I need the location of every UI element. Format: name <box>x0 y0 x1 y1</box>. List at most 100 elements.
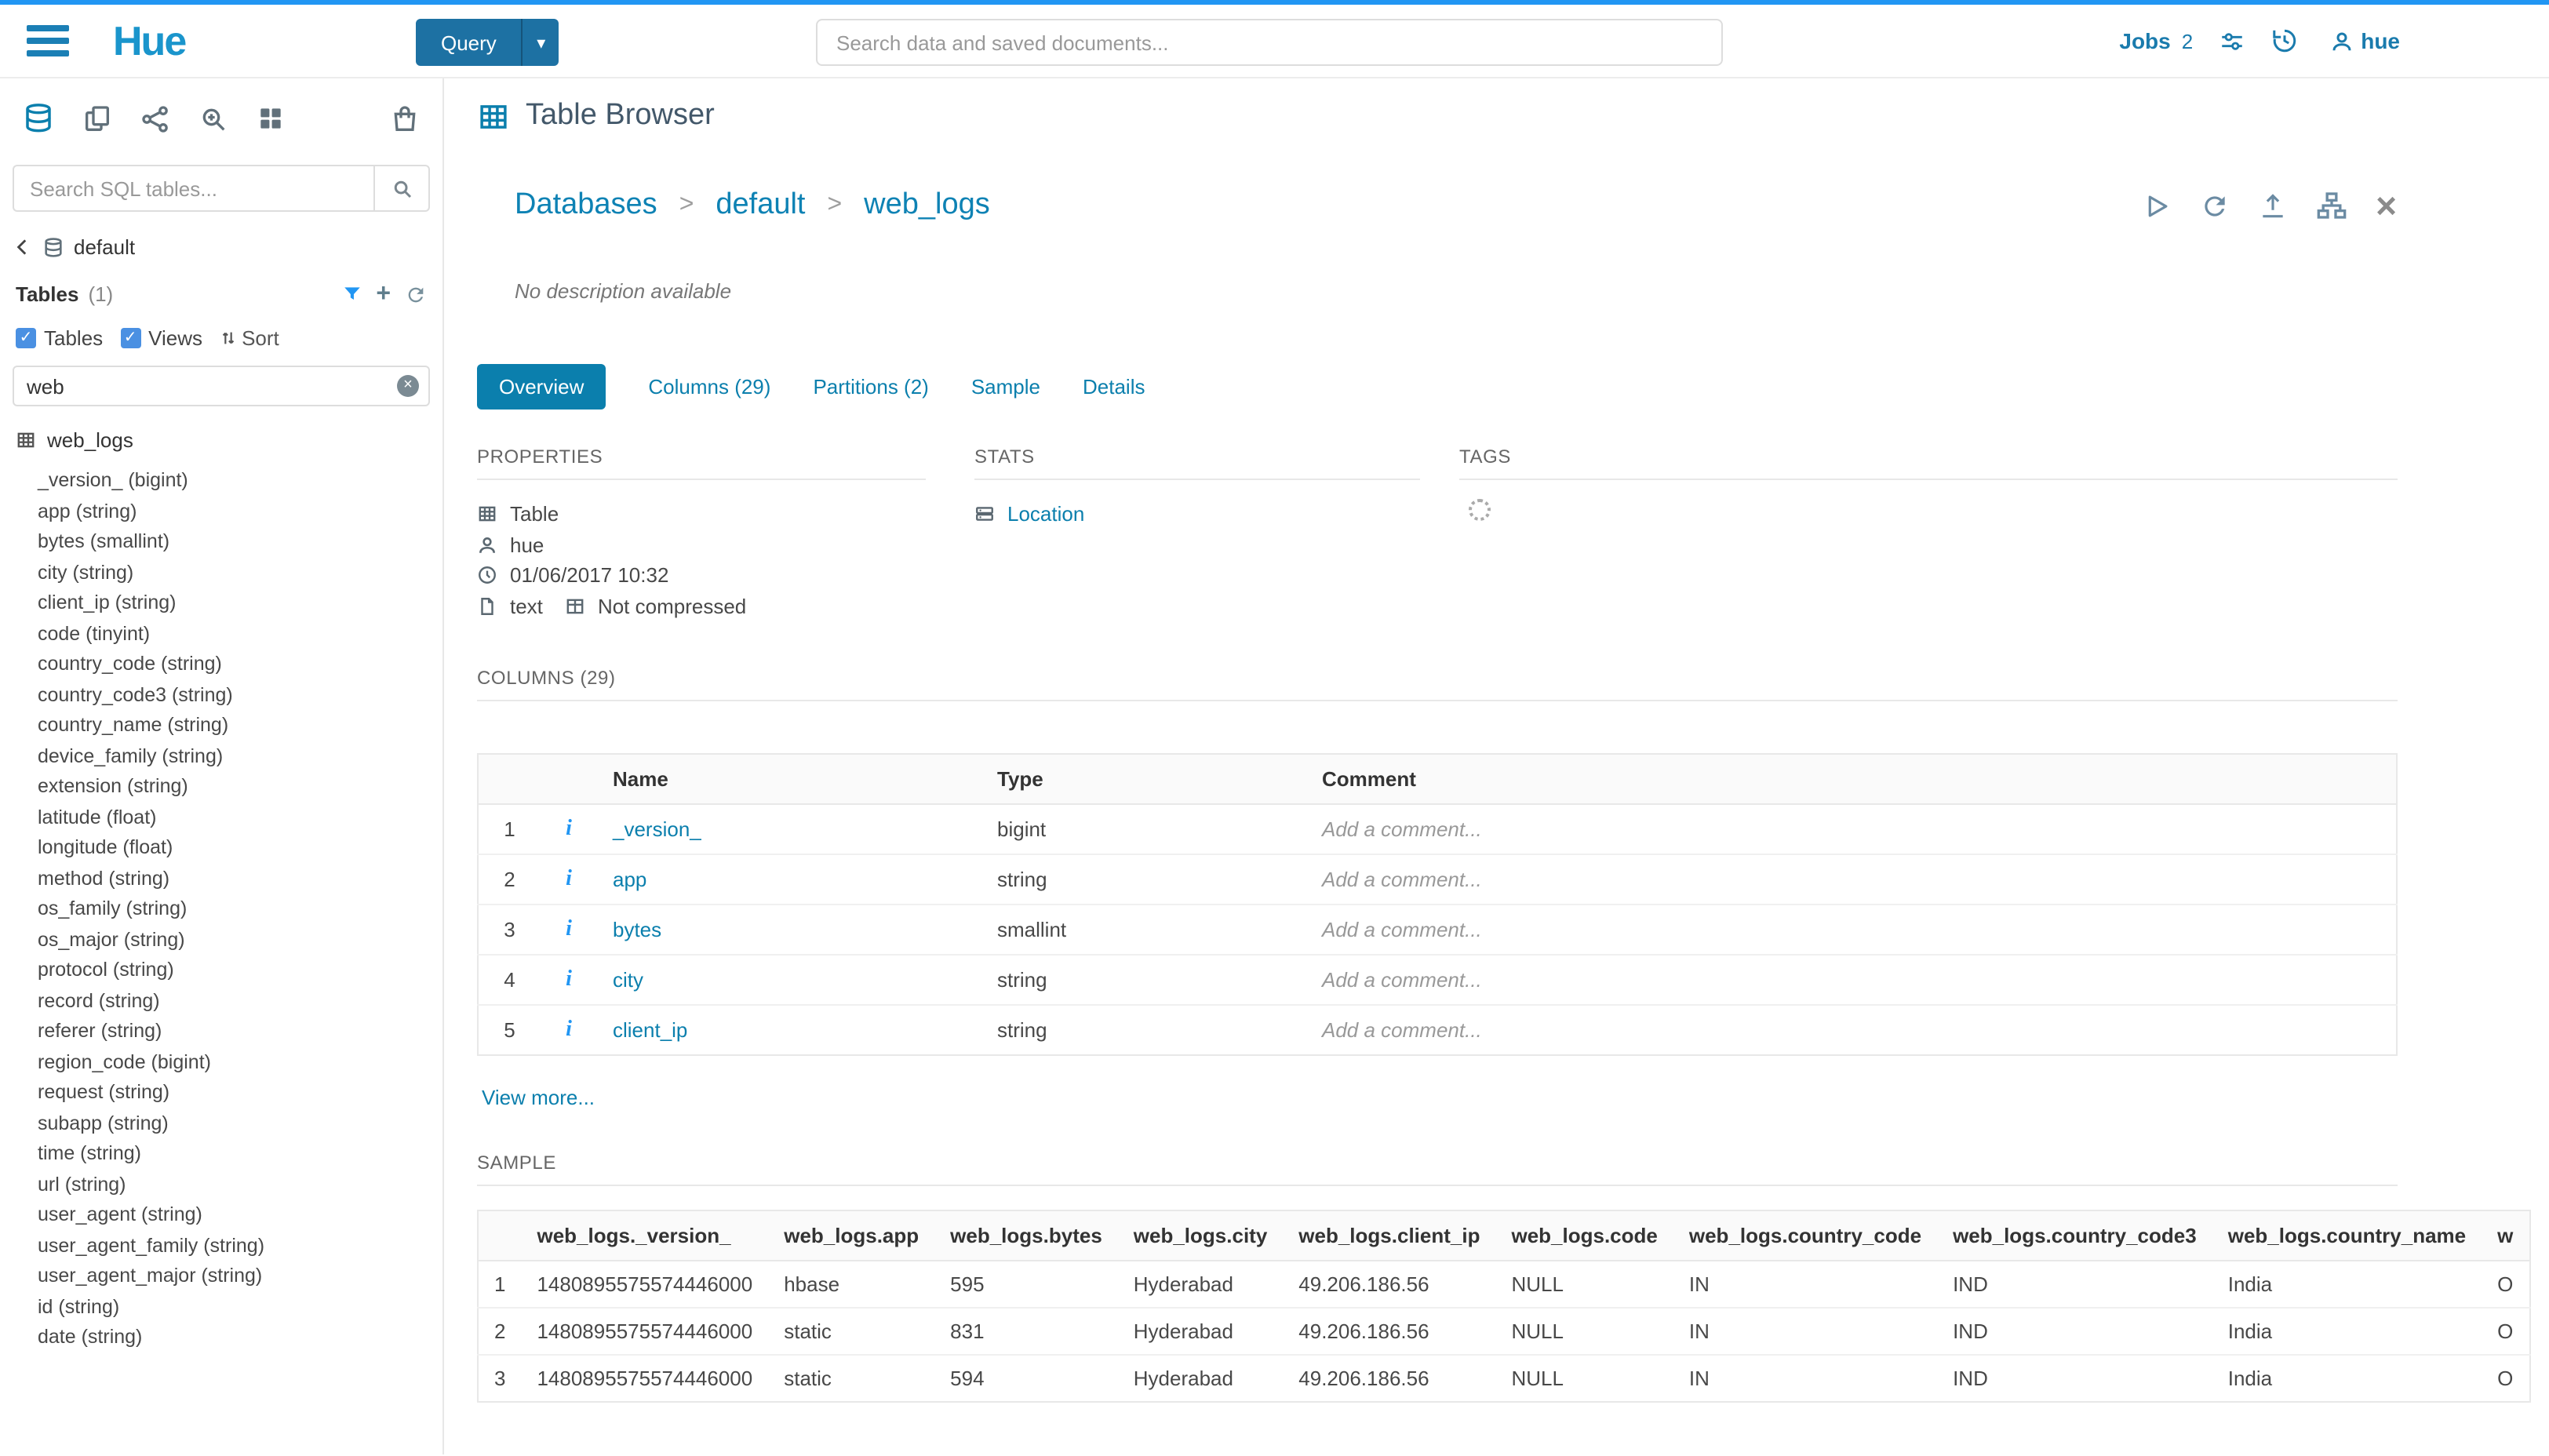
bag-icon[interactable] <box>389 103 421 134</box>
query-dropdown-caret-icon[interactable]: ▾ <box>522 19 559 66</box>
sort-label: Sort <box>242 326 279 350</box>
views-checkbox[interactable]: ✓ <box>120 328 140 348</box>
sidebar-column-item[interactable]: app (string) <box>38 497 442 527</box>
refresh-table-icon[interactable] <box>2200 191 2230 220</box>
sidebar-column-item[interactable]: longitude (float) <box>38 833 442 864</box>
sidebar-column-item[interactable]: device_family (string) <box>38 741 442 772</box>
sql-databases-icon[interactable] <box>22 102 55 135</box>
tab-partitions-2[interactable]: Partitions (2) <box>813 375 928 399</box>
column-name-link[interactable]: app <box>613 868 646 891</box>
sidebar-column-item[interactable]: user_agent_family (string) <box>38 1231 442 1261</box>
documents-icon[interactable] <box>82 103 113 134</box>
columns-table: Name Type Comment 1i_version_bigintAdd a… <box>477 753 2397 1056</box>
sql-tables-search-button[interactable] <box>373 165 430 212</box>
column-comment-input[interactable]: Add a comment... <box>1306 905 2396 955</box>
filter-funnel-icon[interactable] <box>341 284 362 304</box>
sidebar-column-item[interactable]: date (string) <box>38 1323 442 1353</box>
sample-cell: O <box>2482 1355 2529 1402</box>
column-comment-input[interactable]: Add a comment... <box>1306 955 2396 1005</box>
sort-arrows-icon <box>220 329 237 347</box>
column-name-link[interactable]: bytes <box>613 918 661 941</box>
tab-columns-29[interactable]: Columns (29) <box>648 375 770 399</box>
sidebar-column-item[interactable]: os_family (string) <box>38 894 442 925</box>
sidebar-column-item[interactable]: country_name (string) <box>38 711 442 741</box>
sidebar-table-web-logs[interactable]: web_logs <box>16 428 427 452</box>
sidebar-column-item[interactable]: code (tinyint) <box>38 619 442 650</box>
table-description[interactable]: No description available <box>515 279 2397 303</box>
column-comment-input[interactable]: Add a comment... <box>1306 804 2396 854</box>
query-button[interactable]: Query ▾ <box>416 19 559 66</box>
global-search <box>816 19 1723 66</box>
sidebar-column-item[interactable]: client_ip (string) <box>38 588 442 619</box>
import-upload-icon[interactable] <box>2258 191 2288 220</box>
sidebar-column-item[interactable]: user_agent (string) <box>38 1200 442 1231</box>
sidebar-column-item[interactable]: region_code (bigint) <box>38 1047 442 1078</box>
history-icon[interactable] <box>2270 27 2298 55</box>
query-button-label[interactable]: Query <box>416 19 522 66</box>
hamburger-menu-icon[interactable] <box>27 25 69 56</box>
table-filters-row: ✓ Tables ✓ Views Sort <box>16 326 427 350</box>
column-name-link[interactable]: _version_ <box>613 817 701 841</box>
views-checkbox-label[interactable]: Views <box>148 326 202 350</box>
refresh-icon[interactable] <box>405 283 427 305</box>
sidebar-column-item[interactable]: referer (string) <box>38 1017 442 1047</box>
sidebar-column-item[interactable]: protocol (string) <box>38 956 442 986</box>
info-icon[interactable]: i <box>566 868 572 891</box>
column-name-link[interactable]: client_ip <box>613 1018 687 1042</box>
tab-sample[interactable]: Sample <box>971 375 1040 399</box>
column-comment-input[interactable]: Add a comment... <box>1306 1005 2396 1055</box>
sidebar-column-item[interactable]: country_code (string) <box>38 650 442 680</box>
breadcrumb-databases[interactable]: Databases <box>515 188 657 223</box>
sidebar-column-item[interactable]: country_code3 (string) <box>38 680 442 711</box>
search-zoom-icon[interactable] <box>198 103 229 134</box>
back-chevron-icon[interactable] <box>13 237 33 257</box>
column-name-link[interactable]: city <box>613 968 643 992</box>
sidebar-column-item[interactable]: bytes (smallint) <box>38 527 442 558</box>
info-icon[interactable]: i <box>566 1018 572 1042</box>
sidebar-column-item[interactable]: _version_ (bigint) <box>38 466 442 497</box>
clear-filter-icon[interactable]: × <box>397 375 419 397</box>
lineage-sitemap-icon[interactable] <box>2316 190 2347 221</box>
hue-logo[interactable]: Hue <box>113 16 185 65</box>
sidebar-column-item[interactable]: latitude (float) <box>38 803 442 833</box>
tab-overview[interactable]: Overview <box>477 364 606 410</box>
tab-details[interactable]: Details <box>1083 375 1145 399</box>
sidebar-column-item[interactable]: extension (string) <box>38 772 442 803</box>
table-name-filter-input[interactable] <box>13 366 430 406</box>
sidebar-column-item[interactable]: record (string) <box>38 986 442 1017</box>
sample-column-header: web_logs.app <box>768 1210 934 1261</box>
close-icon[interactable]: × <box>2376 190 2397 221</box>
view-more-link[interactable]: View more... <box>482 1086 595 1109</box>
info-icon[interactable]: i <box>566 968 572 992</box>
sidebar-column-item[interactable]: subapp (string) <box>38 1108 442 1139</box>
jobs-link[interactable]: Jobs <box>2119 28 2170 53</box>
sidebar-column-item[interactable]: user_agent_major (string) <box>38 1261 442 1292</box>
sliders-icon[interactable] <box>2218 27 2245 54</box>
user-menu[interactable]: hue <box>2329 28 2400 53</box>
current-database-label[interactable]: default <box>74 235 135 259</box>
sidebar-column-item[interactable]: time (string) <box>38 1139 442 1170</box>
sql-tables-search-input[interactable] <box>13 165 373 212</box>
breadcrumb-database[interactable]: default <box>716 188 805 223</box>
share-graph-icon[interactable] <box>140 103 171 134</box>
apps-grid-icon[interactable] <box>256 104 286 133</box>
tables-checkbox-label[interactable]: Tables <box>44 326 103 350</box>
global-search-input[interactable] <box>816 19 1723 66</box>
column-comment-input[interactable]: Add a comment... <box>1306 854 2396 905</box>
sidebar-column-item[interactable]: city (string) <box>38 558 442 588</box>
query-play-icon[interactable] <box>2142 191 2172 220</box>
breadcrumb-separator: > <box>679 191 694 220</box>
breadcrumb-table[interactable]: web_logs <box>864 188 990 223</box>
sidebar-column-item[interactable]: request (string) <box>38 1078 442 1108</box>
sidebar-column-item[interactable]: method (string) <box>38 864 442 894</box>
tables-checkbox[interactable]: ✓ <box>16 328 36 348</box>
sidebar-column-item[interactable]: url (string) <box>38 1170 442 1200</box>
info-icon[interactable]: i <box>566 918 572 941</box>
sample-cell: 49.206.186.56 <box>1283 1308 1495 1355</box>
sidebar-column-item[interactable]: id (string) <box>38 1292 442 1323</box>
location-link[interactable]: Location <box>1007 499 1084 530</box>
sort-toggle[interactable]: Sort <box>220 326 279 350</box>
info-icon[interactable]: i <box>566 817 572 841</box>
add-icon[interactable]: + <box>376 284 391 304</box>
sidebar-column-item[interactable]: os_major (string) <box>38 925 442 956</box>
